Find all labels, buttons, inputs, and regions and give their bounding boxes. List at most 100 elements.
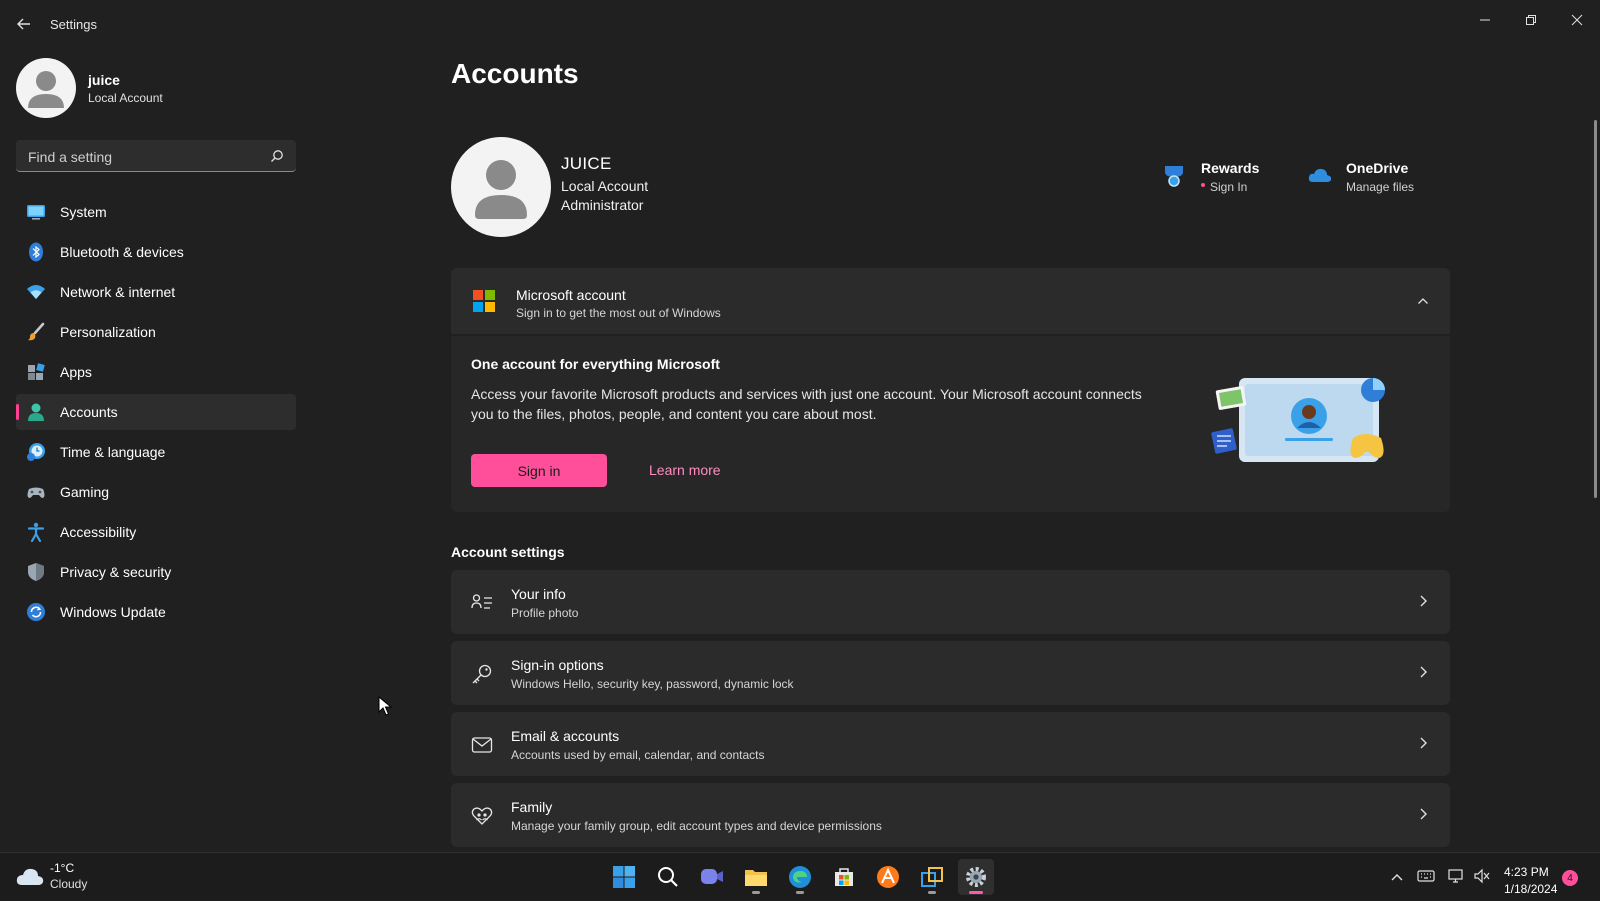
row-title: Email & accounts bbox=[511, 728, 620, 744]
sidebar-item-accounts[interactable]: Accounts bbox=[16, 394, 296, 430]
update-icon bbox=[27, 603, 45, 621]
onedrive-title: OneDrive bbox=[1346, 160, 1409, 176]
back-button[interactable] bbox=[14, 14, 34, 34]
chevron-right-icon bbox=[1420, 737, 1427, 749]
sidebar-item-network[interactable]: Network & internet bbox=[16, 274, 296, 310]
chevron-up-icon[interactable] bbox=[1417, 295, 1429, 307]
key-icon bbox=[472, 664, 492, 684]
learn-more-link[interactable]: Learn more bbox=[649, 462, 721, 478]
rewards-status-dot bbox=[1201, 183, 1205, 187]
close-icon bbox=[1571, 14, 1583, 26]
sidebar-item-label: Apps bbox=[60, 364, 92, 380]
user-avatar[interactable] bbox=[16, 58, 76, 118]
weather-temperature: -1°C bbox=[50, 861, 75, 875]
page-title: Accounts bbox=[451, 58, 579, 89]
email-accounts-row[interactable]: Email & accounts Accounts used by email,… bbox=[451, 712, 1450, 776]
chevron-right-icon bbox=[1420, 808, 1427, 820]
clock-date: 1/18/2024 bbox=[1504, 882, 1558, 896]
clock-time: 4:23 PM bbox=[1504, 865, 1549, 879]
window-title: Settings bbox=[50, 17, 97, 32]
profile-avatar[interactable] bbox=[451, 137, 551, 237]
rewards-trophy-icon bbox=[1165, 166, 1183, 187]
person-list-icon bbox=[471, 594, 492, 609]
cloud-icon bbox=[16, 868, 44, 885]
row-subtitle: Accounts used by email, calendar, and co… bbox=[511, 748, 765, 762]
nav-list: System Bluetooth & devices Network & int… bbox=[16, 194, 296, 634]
row-title: Your info bbox=[511, 586, 566, 602]
sign-in-options-row[interactable]: Sign-in options Windows Hello, security … bbox=[451, 641, 1450, 705]
sidebar-item-privacy-security[interactable]: Privacy & security bbox=[16, 554, 296, 590]
taskbar-store[interactable] bbox=[826, 859, 862, 895]
taskbar: -1°C Cloudy 4:23 PM 1/18/2024 4 bbox=[0, 852, 1600, 900]
sidebar-item-windows-update[interactable]: Windows Update bbox=[16, 594, 296, 630]
taskbar-app-windows[interactable] bbox=[914, 859, 950, 895]
close-button[interactable] bbox=[1555, 8, 1599, 32]
microsoft-account-illustration bbox=[1211, 378, 1385, 462]
chat-camera-icon bbox=[701, 869, 723, 884]
windows-logo-icon bbox=[613, 866, 635, 888]
sidebar-item-gaming[interactable]: Gaming bbox=[16, 474, 296, 510]
network-monitor-icon[interactable] bbox=[1447, 868, 1465, 884]
taskbar-search-button[interactable] bbox=[650, 859, 686, 895]
sidebar-item-label: Gaming bbox=[60, 484, 110, 500]
search-box[interactable] bbox=[16, 140, 296, 172]
apps-icon bbox=[28, 363, 45, 380]
running-indicator bbox=[928, 891, 936, 894]
row-title: Family bbox=[511, 799, 553, 815]
sidebar-item-label: Privacy & security bbox=[60, 564, 172, 580]
chevron-up-icon[interactable] bbox=[1390, 871, 1404, 883]
taskbar-teams-chat[interactable] bbox=[694, 859, 730, 895]
running-indicator bbox=[752, 891, 760, 894]
running-indicator bbox=[969, 891, 983, 894]
profile-role: Administrator bbox=[561, 197, 644, 213]
row-title: Sign-in options bbox=[511, 657, 604, 673]
weather-widget[interactable]: -1°C Cloudy bbox=[0, 853, 110, 901]
sidebar-item-label: Time & language bbox=[60, 444, 166, 460]
brush-icon bbox=[28, 322, 45, 341]
sidebar-item-accessibility[interactable]: Accessibility bbox=[16, 514, 296, 550]
weather-condition: Cloudy bbox=[50, 877, 88, 891]
sidebar-item-bluetooth[interactable]: Bluetooth & devices bbox=[16, 234, 296, 270]
chevron-right-icon bbox=[1420, 595, 1427, 607]
default-avatar-icon bbox=[475, 160, 527, 219]
taskbar-file-explorer[interactable] bbox=[738, 859, 774, 895]
mouse-cursor-icon bbox=[378, 696, 392, 716]
monitor-icon bbox=[27, 205, 45, 220]
sidebar-item-system[interactable]: System bbox=[16, 194, 296, 230]
start-button[interactable] bbox=[606, 859, 642, 895]
sidebar-item-personalization[interactable]: Personalization bbox=[16, 314, 296, 350]
minimize-button[interactable] bbox=[1463, 8, 1507, 32]
volume-muted-icon[interactable] bbox=[1473, 868, 1491, 884]
keyboard-icon[interactable] bbox=[1417, 868, 1435, 884]
sidebar-item-label: Accounts bbox=[60, 404, 118, 420]
search-icon bbox=[658, 867, 678, 887]
notification-badge[interactable]: 4 bbox=[1562, 870, 1578, 886]
your-info-row[interactable]: Your info Profile photo bbox=[451, 570, 1450, 634]
family-heart-icon bbox=[471, 807, 493, 825]
taskbar-edge[interactable] bbox=[782, 859, 818, 895]
clock[interactable]: 4:23 PM 1/18/2024 bbox=[1500, 857, 1558, 897]
restore-button[interactable] bbox=[1509, 8, 1553, 32]
minimize-icon bbox=[1480, 19, 1490, 21]
wifi-icon bbox=[27, 285, 45, 299]
taskbar-app-orange[interactable] bbox=[870, 859, 906, 895]
profile-account-type: Local Account bbox=[561, 178, 649, 194]
sign-in-button[interactable]: Sign in bbox=[471, 454, 607, 487]
sidebar-item-label: Windows Update bbox=[60, 604, 166, 620]
search-input[interactable] bbox=[26, 146, 265, 168]
sidebar: juice Local Account System Bluetooth & d… bbox=[0, 46, 310, 852]
person-icon bbox=[28, 403, 44, 421]
bluetooth-icon bbox=[29, 242, 43, 262]
scrollbar[interactable] bbox=[1594, 120, 1597, 498]
sidebar-item-time-language[interactable]: Time & language bbox=[16, 434, 296, 470]
sidebar-item-apps[interactable]: Apps bbox=[16, 354, 296, 390]
rewards-subtitle: Sign In bbox=[1210, 180, 1248, 194]
clock-globe-icon bbox=[27, 443, 45, 461]
taskbar-settings[interactable] bbox=[958, 859, 994, 895]
rewards-title: Rewards bbox=[1201, 160, 1260, 176]
search-icon[interactable] bbox=[270, 149, 284, 163]
family-row[interactable]: Family Manage your family group, edit ac… bbox=[451, 783, 1450, 847]
profile-name: JUICE bbox=[561, 154, 612, 173]
orange-app-icon bbox=[877, 866, 899, 888]
microsoft-account-card-header[interactable]: Microsoft account Sign in to get the mos… bbox=[451, 268, 1450, 334]
